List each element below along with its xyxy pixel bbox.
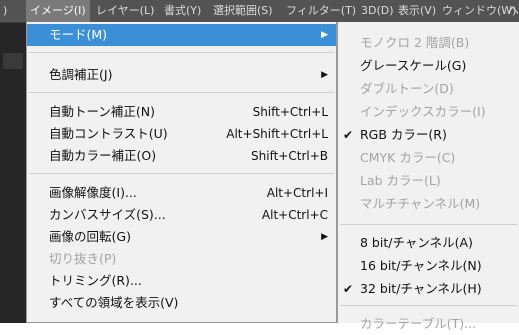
- menu-item-mode[interactable]: モード(M) ▶: [27, 24, 336, 46]
- menu-separator: [340, 305, 517, 306]
- panel-tab-edge: [3, 53, 23, 69]
- shortcut-label: Alt+Shift+Ctrl+L: [226, 127, 328, 141]
- menu-item-label: マルチチャンネル(M): [360, 196, 481, 211]
- submenu-arrow-icon: ▶: [321, 70, 328, 80]
- menu-item-label: 8 bit/チャンネル(A): [360, 235, 473, 250]
- menu-item-rgb-color[interactable]: ✔ RGB カラー(R): [338, 124, 519, 146]
- menu-item-8bit[interactable]: 8 bit/チャンネル(A): [338, 232, 519, 254]
- checkmark-icon: ✔: [343, 282, 354, 296]
- menu-item-label: インデックスカラー(I): [360, 104, 486, 119]
- menu-item-16bit[interactable]: 16 bit/チャンネル(N): [338, 255, 519, 277]
- menu-item-32bit[interactable]: ✔ 32 bit/チャンネル(H): [338, 278, 519, 300]
- menubar-view[interactable]: 表示(V): [398, 0, 436, 22]
- mode-submenu: モノクロ 2 階調(B) グレースケール(G) ダブルトーン(D) インデックス…: [337, 22, 519, 331]
- menu-item-label: 色調補正(J): [49, 67, 113, 82]
- menu-item-grayscale[interactable]: グレースケール(G): [338, 55, 519, 77]
- menu-item-image-size[interactable]: 画像解像度(I)... Alt+Ctrl+I: [27, 182, 336, 204]
- menubar-fragment-left: ): [3, 4, 8, 17]
- menubar-layer[interactable]: レイヤー(L): [96, 0, 154, 22]
- menu-item-label: ダブルトーン(D): [360, 81, 454, 96]
- menu-item-label: カンバスサイズ(S)...: [49, 207, 166, 222]
- menu-separator: [29, 173, 334, 174]
- menu-item-color-table[interactable]: カラーテーブル(T)...: [338, 313, 519, 335]
- menu-item-label: 画像解像度(I)...: [49, 185, 137, 200]
- menu-item-label: 自動コントラスト(U): [49, 126, 168, 141]
- shortcut-label: Alt+Ctrl+C: [261, 208, 328, 222]
- menu-item-label: 切り抜き(P): [49, 251, 117, 266]
- menu-item-duotone[interactable]: ダブルトーン(D): [338, 78, 519, 100]
- menu-item-label: 自動カラー補正(O): [49, 148, 157, 163]
- menubar-3d[interactable]: 3D(D): [361, 0, 394, 22]
- menu-item-auto-tone[interactable]: 自動トーン補正(N) Shift+Ctrl+L: [27, 101, 336, 123]
- menu-item-label: Lab カラー(L): [360, 173, 441, 188]
- image-menu: モード(M) ▶ 色調補正(J) ▶ 自動トーン補正(N) Shift+Ctrl…: [26, 22, 337, 323]
- menu-item-label: すべての領域を表示(V): [49, 295, 179, 310]
- menu-item-label: モード(M): [49, 27, 108, 42]
- menu-separator: [29, 92, 334, 93]
- menu-item-label: 画像の回転(G): [49, 229, 131, 244]
- menu-item-label: モノクロ 2 階調(B): [360, 35, 470, 50]
- menu-item-adjustments[interactable]: 色調補正(J) ▶: [27, 64, 336, 86]
- menubar-select[interactable]: 選択範囲(S): [213, 0, 273, 22]
- shortcut-label: Alt+Ctrl+I: [266, 186, 328, 200]
- menu-item-image-rotation[interactable]: 画像の回転(G) ▶: [27, 226, 336, 248]
- menu-item-label: CMYK カラー(C): [360, 150, 456, 165]
- shortcut-label: Shift+Ctrl+L: [252, 105, 328, 119]
- menu-item-label: RGB カラー(R): [360, 127, 447, 142]
- menu-item-trim[interactable]: トリミング(R)...: [27, 270, 336, 292]
- menu-item-reveal-all[interactable]: すべての領域を表示(V): [27, 292, 336, 314]
- menu-item-label: 自動トーン補正(N): [49, 104, 155, 119]
- menu-item-cmyk-color[interactable]: CMYK カラー(C): [338, 147, 519, 169]
- shortcut-label: Shift+Ctrl+B: [251, 149, 328, 163]
- menu-item-label: 32 bit/チャンネル(H): [360, 281, 482, 296]
- menubar-filter[interactable]: フィルター(T): [286, 0, 356, 22]
- menubar-type[interactable]: 書式(Y): [164, 0, 201, 22]
- menu-item-multichannel[interactable]: マルチチャンネル(M): [338, 193, 519, 215]
- app-panel-edge: [0, 23, 26, 323]
- menu-item-label: カラーテーブル(T)...: [360, 316, 477, 331]
- submenu-arrow-icon: ▶: [321, 232, 328, 242]
- menu-item-lab-color[interactable]: Lab カラー(L): [338, 170, 519, 192]
- menubar-window[interactable]: ウィンドウ(W): [442, 0, 516, 22]
- menu-separator: [340, 224, 517, 225]
- menubar-image[interactable]: イメージ(I): [26, 0, 90, 22]
- menu-item-canvas-size[interactable]: カンバスサイズ(S)... Alt+Ctrl+C: [27, 204, 336, 226]
- menu-item-bitmap[interactable]: モノクロ 2 階調(B): [338, 32, 519, 54]
- menu-item-auto-color[interactable]: 自動カラー補正(O) Shift+Ctrl+B: [27, 145, 336, 167]
- submenu-arrow-icon: ▶: [321, 30, 328, 40]
- menu-bar: ) イメージ(I) レイヤー(L) 書式(Y) 選択範囲(S) フィルター(T)…: [0, 0, 519, 23]
- menubar-help-fragment[interactable]: ヘ: [508, 0, 519, 22]
- menu-item-indexed-color[interactable]: インデックスカラー(I): [338, 101, 519, 123]
- menu-item-auto-contrast[interactable]: 自動コントラスト(U) Alt+Shift+Ctrl+L: [27, 123, 336, 145]
- menu-item-label: 16 bit/チャンネル(N): [360, 258, 482, 273]
- menu-item-label: グレースケール(G): [360, 58, 467, 73]
- checkmark-icon: ✔: [343, 128, 354, 142]
- menu-separator: [29, 52, 334, 53]
- menu-item-crop[interactable]: 切り抜き(P): [27, 248, 336, 270]
- menu-item-label: トリミング(R)...: [49, 273, 142, 288]
